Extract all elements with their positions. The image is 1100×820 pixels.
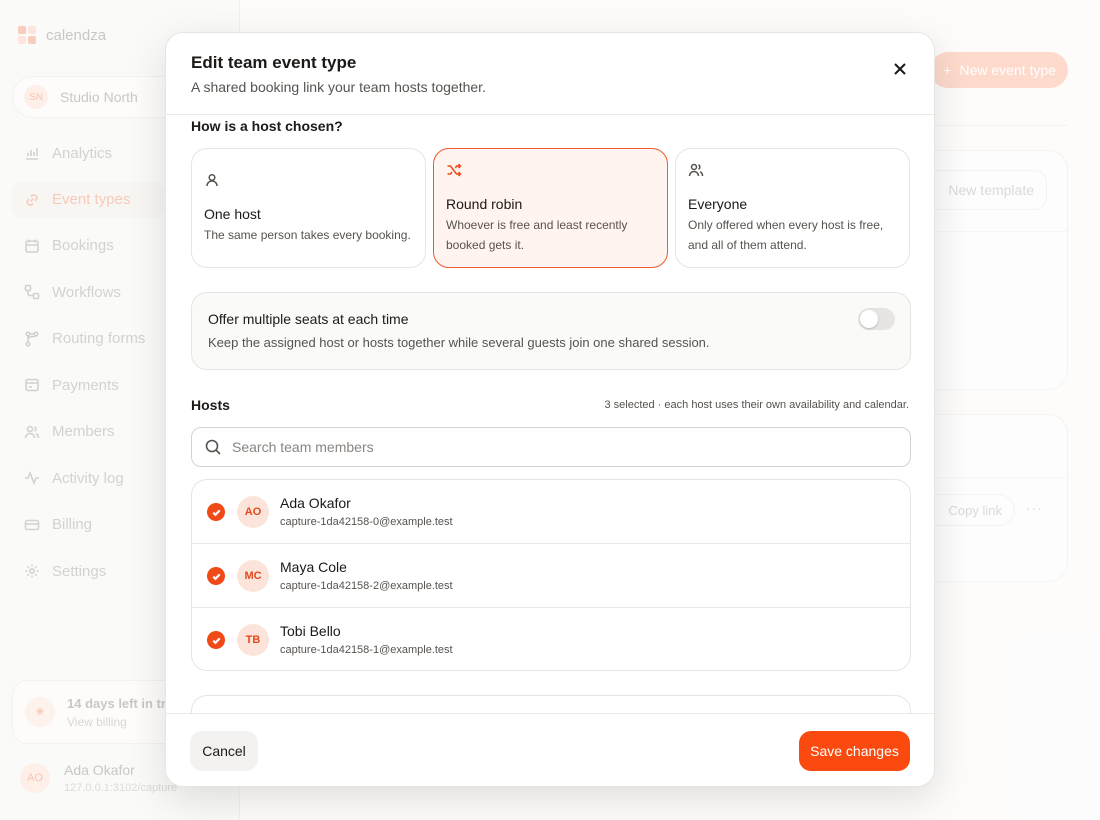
close-icon (894, 63, 906, 75)
avatar: TB (237, 624, 269, 656)
host-mode-one-host[interactable]: One host The same person takes every boo… (191, 148, 426, 268)
host-selection-label: How is a host chosen? (191, 118, 343, 134)
hosts-selected-count: 3 selected · each host uses their own av… (604, 399, 909, 411)
choice-title: Everyone (688, 196, 748, 212)
choice-description: Only offered when every host is free, an… (688, 218, 884, 252)
check-icon (212, 509, 220, 516)
checkbox-checked[interactable] (207, 631, 225, 649)
host-email: capture-1da42158-1@example.test (280, 644, 453, 656)
check-icon (212, 637, 220, 644)
checkbox-checked[interactable] (207, 503, 225, 521)
host-mode-round-robin[interactable]: Round robin Whoever is free and least re… (433, 148, 668, 268)
host-email: capture-1da42158-2@example.test (280, 580, 453, 592)
choice-title: One host (204, 206, 261, 222)
host-name: Ada Okafor (280, 495, 351, 511)
host-name: Maya Cole (280, 559, 347, 575)
person-icon (204, 172, 220, 188)
choice-description: The same person takes every booking. (204, 228, 411, 242)
host-name: Tobi Bello (280, 623, 341, 639)
avatar: AO (237, 496, 269, 528)
checkbox-checked[interactable] (207, 567, 225, 585)
multiple-seats-toggle[interactable] (858, 308, 895, 330)
list-item[interactable]: MC Maya Cole capture-1da42158-2@example.… (192, 544, 910, 608)
search-input[interactable] (232, 439, 832, 455)
users-icon (688, 162, 704, 178)
avatar: MC (237, 560, 269, 592)
cancel-button[interactable]: Cancel (190, 731, 258, 771)
host-email: capture-1da42158-0@example.test (280, 516, 453, 528)
host-mode-everyone[interactable]: Everyone Only offered when every host is… (675, 148, 910, 268)
search-icon (205, 439, 221, 455)
dialog-title: Edit team event type (191, 53, 357, 72)
choice-description: Whoever is free and least recently booke… (446, 218, 628, 252)
dialog-header: Edit team event type A shared booking li… (166, 33, 934, 115)
dialog-footer: Cancel Save changes (166, 713, 934, 786)
shuffle-icon (446, 162, 462, 178)
close-button[interactable] (886, 55, 914, 83)
dialog-subtitle: A shared booking link your team hosts to… (191, 79, 486, 95)
save-button[interactable]: Save changes (799, 731, 910, 771)
search-field[interactable] (191, 427, 911, 467)
seats-description: Keep the assigned host or hosts together… (208, 335, 710, 350)
dialog-body[interactable]: How is a host chosen? One host The same … (166, 115, 934, 715)
list-item[interactable]: AO Ada Okafor capture-1da42158-0@example… (192, 480, 910, 544)
seats-title: Offer multiple seats at each time (208, 311, 409, 327)
edit-event-type-dialog: Edit team event type A shared booking li… (165, 32, 935, 787)
choice-title: Round robin (446, 196, 523, 212)
hosts-label: Hosts (191, 397, 230, 413)
check-icon (212, 573, 220, 580)
host-list: AO Ada Okafor capture-1da42158-0@example… (191, 479, 911, 671)
next-section-card (191, 695, 911, 715)
list-item[interactable]: TB Tobi Bello capture-1da42158-1@example… (192, 608, 910, 670)
multiple-seats-setting: Offer multiple seats at each time Keep t… (191, 292, 911, 370)
toggle-knob (860, 310, 878, 328)
